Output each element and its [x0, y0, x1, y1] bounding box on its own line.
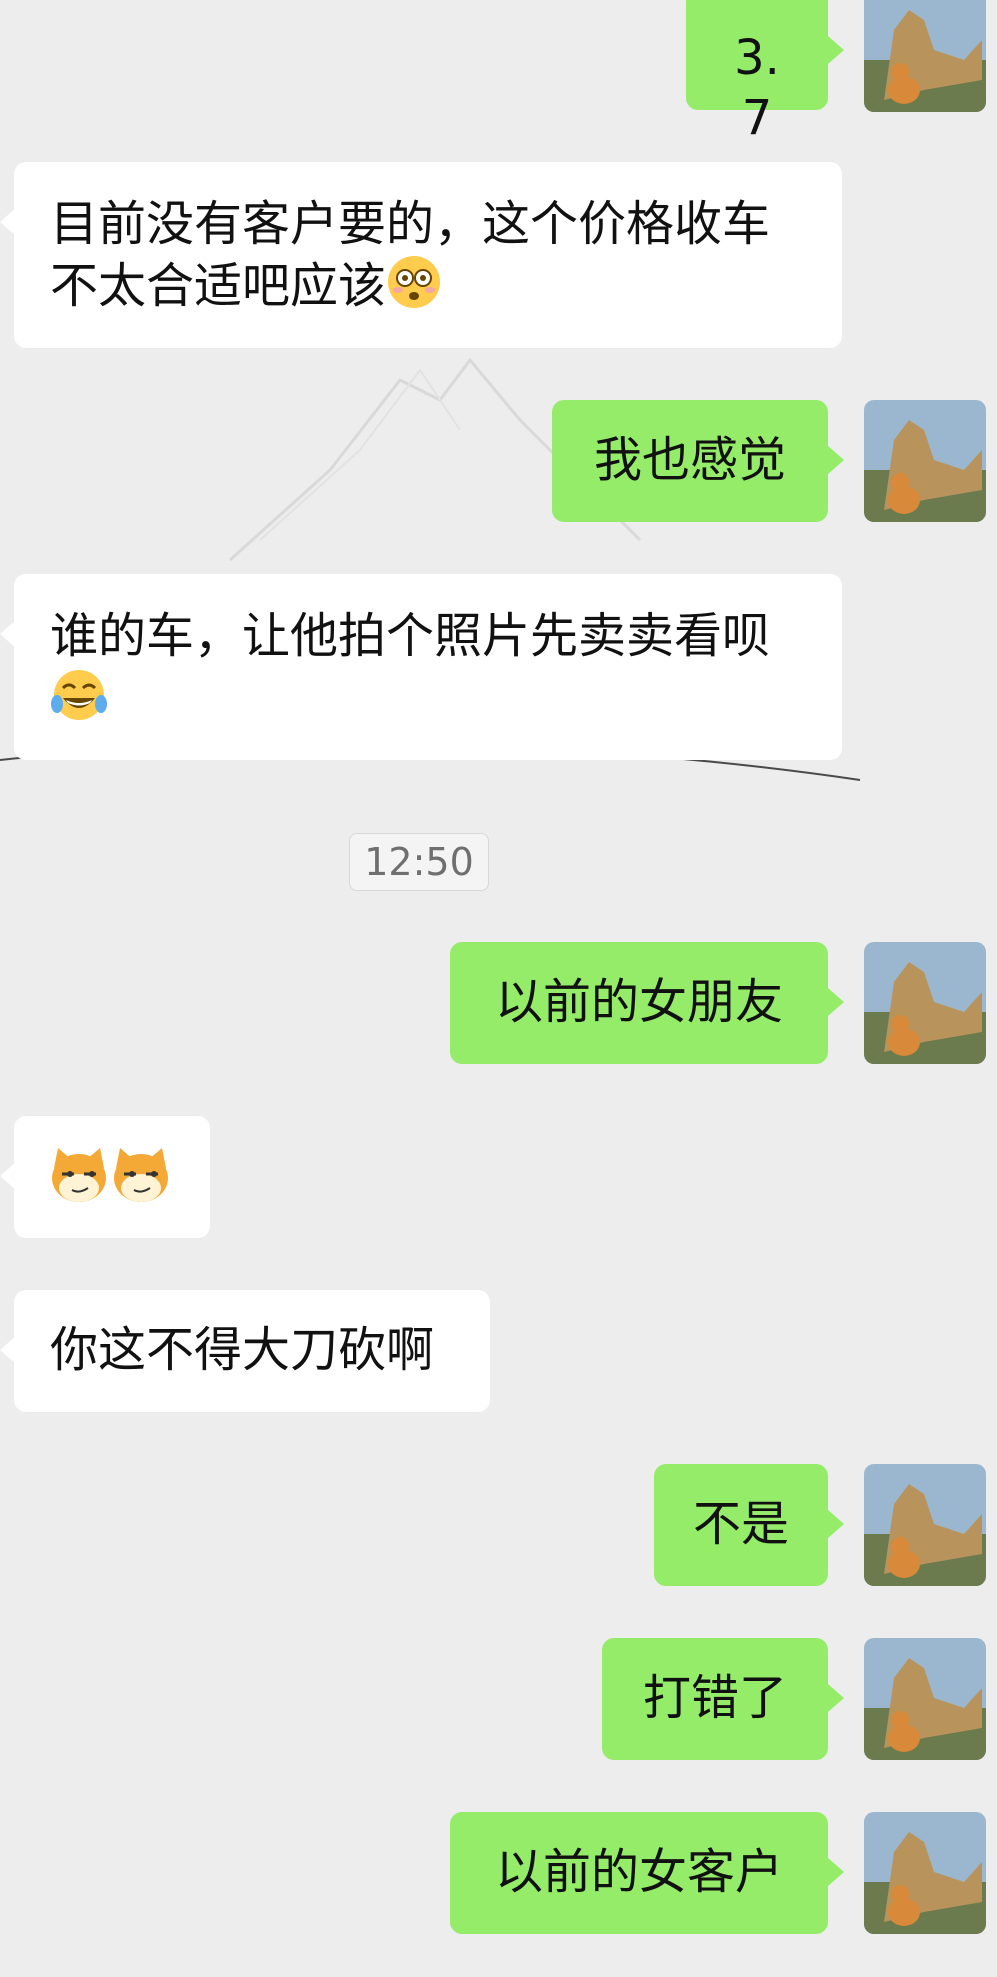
timestamp-badge: 12:50: [349, 833, 489, 891]
message-text: 打错了: [642, 1670, 787, 1726]
message-text-line: 目前没有客户要的，这个价格收车: [50, 196, 771, 252]
smirking-cat-face-icon: [48, 1146, 110, 1218]
avatar[interactable]: [864, 0, 986, 112]
message-bubble-outgoing[interactable]: 3.7: [686, 0, 844, 146]
message-bubble-incoming[interactable]: [0, 1116, 210, 1238]
message-text: 3.7: [734, 30, 780, 146]
message-bubble-outgoing[interactable]: 不是: [654, 1464, 844, 1586]
avatar[interactable]: [864, 1638, 986, 1760]
avatar[interactable]: [864, 942, 986, 1064]
avatar[interactable]: [864, 1464, 986, 1586]
message-text-line: 不太合适吧应该: [50, 258, 387, 314]
avatar-photo: [864, 1464, 986, 1586]
avatar-photo: [864, 1812, 986, 1934]
message-bubble-incoming[interactable]: 目前没有客户要的，这个价格收车 不太合适吧应该: [0, 162, 842, 348]
message-bubble-outgoing[interactable]: 以前的女朋友: [450, 942, 844, 1064]
avatar-photo: [864, 1638, 986, 1760]
chat-window[interactable]: 3.7 目前没有客户要的，这个价格收车 不太合适吧应该 我也感觉 谁的车，让他拍…: [0, 0, 997, 1977]
avatar-photo: [864, 942, 986, 1064]
message-bubble-incoming[interactable]: 谁的车，让他拍个照片先卖卖看呗: [0, 574, 842, 760]
smirking-cat-face-icon: [110, 1146, 172, 1218]
message-bubble-outgoing[interactable]: 以前的女客户: [450, 1812, 844, 1934]
avatar-photo: [864, 400, 986, 522]
message-text: 我也感觉: [593, 432, 786, 488]
avatar-photo: [864, 0, 986, 112]
message-bubble-incoming[interactable]: 你这不得大刀砍啊: [0, 1290, 490, 1412]
message-text: 不是: [692, 1496, 789, 1552]
flushed-face-icon: [386, 254, 442, 324]
tears-of-joy-icon: [50, 666, 108, 738]
message-text: 你这不得大刀砍啊: [50, 1322, 435, 1378]
message-bubble-outgoing[interactable]: 我也感觉: [552, 400, 844, 522]
message-bubble-outgoing[interactable]: 打错了: [602, 1638, 844, 1760]
message-text: 以前的女客户: [494, 1844, 783, 1900]
avatar[interactable]: [864, 400, 986, 522]
message-text: 以前的女朋友: [494, 974, 783, 1030]
avatar[interactable]: [864, 1812, 986, 1934]
message-text-line: 谁的车，让他拍个照片先卖卖看呗: [50, 608, 771, 664]
